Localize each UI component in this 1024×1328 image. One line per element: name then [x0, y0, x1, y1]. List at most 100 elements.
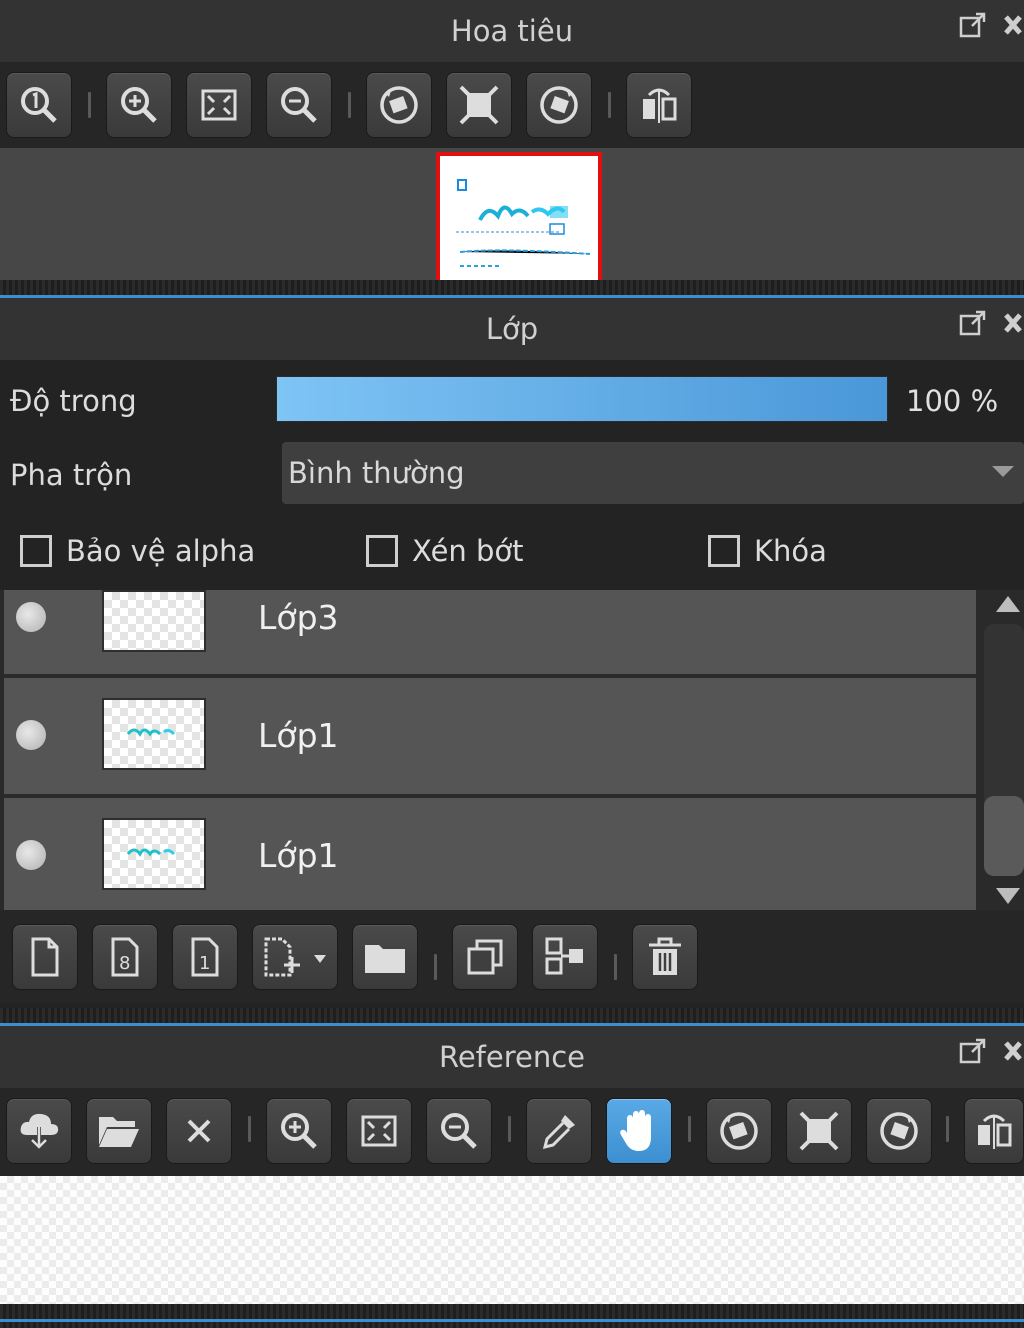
layer-thumbnail	[102, 818, 206, 890]
new-8bit-layer-button[interactable]: 8	[92, 924, 158, 990]
visibility-toggle-icon[interactable]	[16, 840, 46, 870]
load-image-button[interactable]	[6, 1098, 72, 1164]
detach-icon[interactable]	[958, 1036, 988, 1066]
layer-preview-image	[126, 848, 176, 857]
opacity-label: Độ trong	[10, 384, 137, 418]
clear-image-button[interactable]	[166, 1098, 232, 1164]
rotate-right-icon	[880, 1112, 918, 1150]
delete-layer-button[interactable]	[632, 924, 698, 990]
actual-size-button[interactable]	[6, 72, 72, 138]
protect-alpha-label: Bảo vệ alpha	[66, 534, 256, 568]
lock-checkbox[interactable]: Khóa	[708, 534, 827, 568]
reference-title-bar: Reference	[0, 1026, 1024, 1088]
lock-label: Khóa	[754, 534, 827, 568]
layers-toolbar: 8 1	[0, 910, 1024, 1002]
layer-preview-image	[126, 728, 176, 737]
hand-tool-button[interactable]	[606, 1098, 672, 1164]
layers-title: Lớp	[485, 312, 539, 346]
new-folder-button[interactable]	[352, 924, 418, 990]
zoom-out-icon	[441, 1113, 477, 1149]
close-icon[interactable]	[1002, 308, 1024, 338]
new-layer-button[interactable]	[12, 924, 78, 990]
layer-row[interactable]: Lớp3	[4, 590, 976, 674]
scroll-handle[interactable]	[984, 796, 1024, 876]
svg-text:8: 8	[119, 953, 130, 974]
merge-down-button[interactable]	[532, 924, 598, 990]
blend-mode-select[interactable]: Bình thường	[282, 442, 1024, 504]
checkbox-box[interactable]	[366, 535, 398, 567]
detach-icon[interactable]	[958, 308, 988, 338]
zoom-out-button[interactable]	[426, 1098, 492, 1164]
fit-screen-button[interactable]	[346, 1098, 412, 1164]
layer-name: Lớp1	[258, 716, 339, 755]
layer-row[interactable]: Lớp1	[4, 678, 976, 794]
navigator-title-bar: Hoa tiêu	[0, 0, 1024, 62]
eyedropper-button[interactable]	[526, 1098, 592, 1164]
blend-mode-label: Pha trộn	[10, 458, 133, 492]
rotate-left-icon	[380, 86, 418, 124]
fit-screen-button[interactable]	[186, 72, 252, 138]
svg-text:1: 1	[199, 953, 210, 974]
cloud-download-icon	[20, 1113, 59, 1150]
panel-splitter[interactable]	[0, 280, 1024, 298]
duplicate-layer-button[interactable]	[452, 924, 518, 990]
panel-splitter[interactable]	[0, 1008, 1024, 1026]
reset-view-button[interactable]	[786, 1098, 852, 1164]
close-icon[interactable]	[1002, 10, 1024, 40]
layer-row[interactable]: Lớp1	[4, 798, 976, 910]
visibility-toggle-icon[interactable]	[16, 602, 46, 632]
zoom-out-button[interactable]	[266, 72, 332, 138]
opacity-slider[interactable]	[276, 376, 888, 422]
flip-horizontal-button[interactable]	[626, 72, 692, 138]
layer-name: Lớp1	[258, 836, 339, 875]
separator	[614, 954, 617, 980]
add-layer-menu-button[interactable]	[252, 924, 338, 990]
layer-scrollbar[interactable]	[980, 590, 1024, 910]
detach-icon[interactable]	[958, 10, 988, 40]
reset-view-button[interactable]	[446, 72, 512, 138]
open-folder-button[interactable]	[86, 1098, 152, 1164]
navigator-title: Hoa tiêu	[450, 14, 574, 48]
checkbox-box[interactable]	[708, 535, 740, 567]
rotate-left-button[interactable]	[706, 1098, 772, 1164]
layer-name: Lớp3	[258, 598, 339, 637]
reference-canvas[interactable]	[0, 1176, 1024, 1304]
separator	[946, 1116, 949, 1142]
close-icon[interactable]	[1002, 1036, 1024, 1066]
zoom-in-button[interactable]	[106, 72, 172, 138]
navigator-canvas-thumbnail[interactable]	[436, 152, 602, 280]
visibility-toggle-icon[interactable]	[16, 720, 46, 750]
navigator-view[interactable]	[0, 148, 1024, 280]
layer-list: Lớp3 Lớp1 Lớp1	[0, 590, 980, 910]
rotate-left-button[interactable]	[366, 72, 432, 138]
separator	[248, 1116, 251, 1142]
separator	[508, 1116, 511, 1142]
clipping-checkbox[interactable]: Xén bớt	[366, 534, 524, 568]
reset-view-icon	[799, 1111, 839, 1151]
rotate-right-button[interactable]	[526, 72, 592, 138]
scroll-up-icon[interactable]	[996, 596, 1020, 612]
protect-alpha-checkbox[interactable]: Bảo vệ alpha	[20, 534, 255, 568]
eyedropper-icon	[542, 1115, 575, 1150]
new-1bit-layer-button[interactable]: 1	[172, 924, 238, 990]
separator	[348, 92, 351, 118]
flip-horizontal-icon	[643, 88, 677, 123]
panel-splitter[interactable]	[0, 1304, 1024, 1328]
scroll-down-icon[interactable]	[996, 888, 1020, 904]
fit-screen-icon	[201, 89, 237, 121]
clipping-label: Xén bớt	[412, 534, 524, 568]
reference-toolbar	[0, 1088, 1024, 1176]
folder-icon	[365, 945, 405, 973]
separator	[608, 92, 611, 118]
rotate-right-button[interactable]	[866, 1098, 932, 1164]
flip-horizontal-button[interactable]	[964, 1098, 1024, 1164]
separator	[88, 92, 91, 118]
new-8bit-layer-icon: 8	[111, 937, 139, 977]
new-layer-icon	[31, 937, 59, 977]
zoom-in-button[interactable]	[266, 1098, 332, 1164]
zoom-out-icon	[281, 87, 317, 123]
zoom-in-icon	[121, 87, 157, 123]
opacity-value: 100 %	[906, 384, 999, 418]
open-folder-icon	[99, 1117, 139, 1147]
checkbox-box[interactable]	[20, 535, 52, 567]
